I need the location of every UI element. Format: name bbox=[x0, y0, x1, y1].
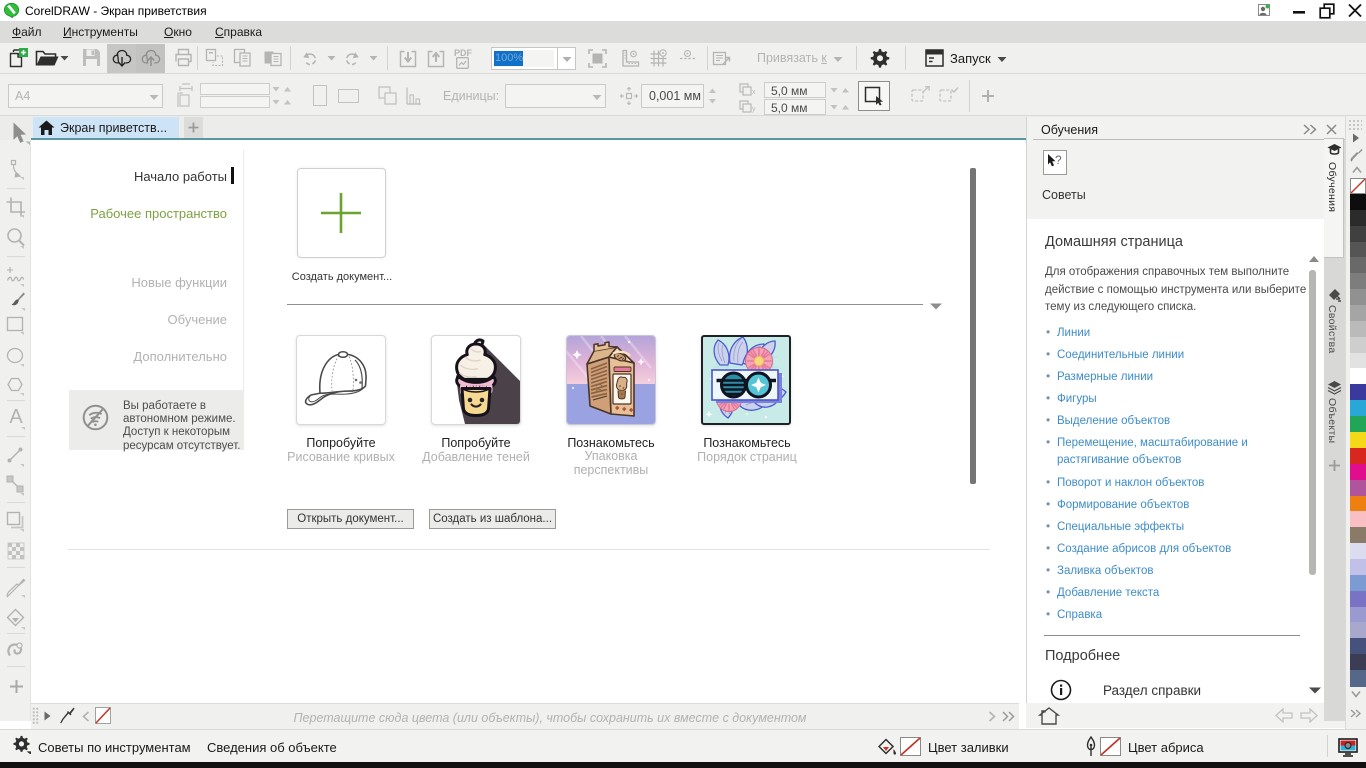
svg-text:x: x bbox=[752, 89, 756, 96]
svg-text:y: y bbox=[752, 106, 756, 113]
svg-text:?: ? bbox=[1055, 153, 1062, 167]
